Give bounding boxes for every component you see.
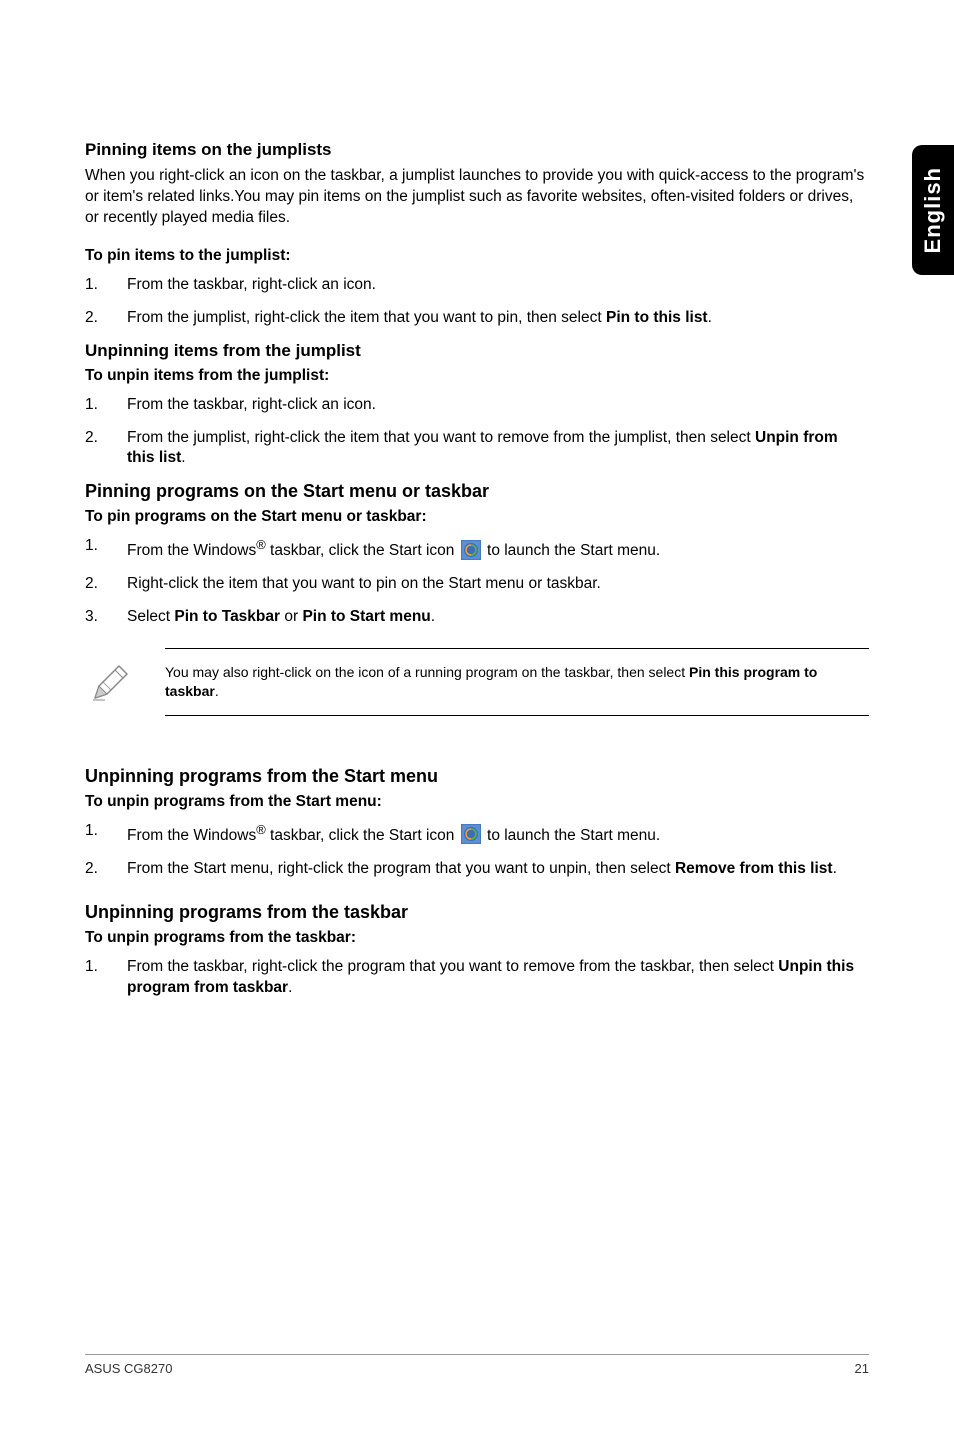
sub-pin-jumplist: To pin items to the jumplist: — [85, 247, 869, 265]
list-number: 2. — [85, 574, 127, 595]
list-number: 2. — [85, 859, 127, 880]
heading-pinning-jumplists: Pinning items on the jumplists — [85, 140, 869, 160]
list-body: From the jumplist, right-click the item … — [127, 428, 869, 470]
list-item: 2. From the jumplist, right-click the it… — [85, 428, 869, 470]
list-item: 2. Right-click the item that you want to… — [85, 574, 869, 595]
sub-unpin-start: To unpin programs from the Start menu: — [85, 793, 869, 811]
list-number: 2. — [85, 428, 127, 470]
list-item: 3. Select Pin to Taskbar or Pin to Start… — [85, 607, 869, 628]
note-text: You may also right-click on the icon of … — [165, 648, 869, 716]
note-callout: You may also right-click on the icon of … — [85, 648, 869, 716]
list-number: 1. — [85, 536, 127, 562]
footer-page-number: 21 — [855, 1361, 869, 1376]
list-number: 1. — [85, 275, 127, 296]
list-item: 2. From the Start menu, right-click the … — [85, 859, 869, 880]
list-body: Select Pin to Taskbar or Pin to Start me… — [127, 607, 869, 628]
list-number: 1. — [85, 957, 127, 999]
list-number: 2. — [85, 308, 127, 329]
list-body: From the taskbar, right-click an icon. — [127, 275, 869, 296]
list-body: From the taskbar, right-click the progra… — [127, 957, 869, 999]
language-tab: English — [912, 145, 954, 275]
heading-unpinning-taskbar: Unpinning programs from the taskbar — [85, 902, 869, 923]
list-item: 2. From the jumplist, right-click the it… — [85, 308, 869, 329]
heading-pinning-start-taskbar: Pinning programs on the Start menu or ta… — [85, 481, 869, 502]
list-body: From the taskbar, right-click an icon. — [127, 395, 869, 416]
heading-unpinning-start: Unpinning programs from the Start menu — [85, 766, 869, 787]
list-item: 1. From the Windows® taskbar, click the … — [85, 536, 869, 562]
list-body: From the jumplist, right-click the item … — [127, 308, 869, 329]
windows-start-icon — [461, 824, 481, 844]
list-body: Right-click the item that you want to pi… — [127, 574, 869, 595]
list-body: From the Windows® taskbar, click the Sta… — [127, 821, 869, 847]
list-body: From the Windows® taskbar, click the Sta… — [127, 536, 869, 562]
sub-pin-start-taskbar: To pin programs on the Start menu or tas… — [85, 508, 869, 526]
pencil-icon — [89, 660, 133, 704]
language-tab-label: English — [920, 167, 946, 253]
list-number: 1. — [85, 395, 127, 416]
footer-model: ASUS CG8270 — [85, 1361, 172, 1376]
page-content: Pinning items on the jumplists When you … — [0, 0, 954, 999]
list-item: 1. From the taskbar, right-click an icon… — [85, 395, 869, 416]
list-item: 1. From the Windows® taskbar, click the … — [85, 821, 869, 847]
list-item: 1. From the taskbar, right-click the pro… — [85, 957, 869, 999]
sub-unpin-jumplist: To unpin items from the jumplist: — [85, 367, 869, 385]
intro-paragraph: When you right-click an icon on the task… — [85, 166, 869, 229]
list-number: 3. — [85, 607, 127, 628]
sub-unpin-taskbar: To unpin programs from the taskbar: — [85, 929, 869, 947]
page-footer: ASUS CG8270 21 — [85, 1354, 869, 1376]
list-number: 1. — [85, 821, 127, 847]
windows-start-icon — [461, 540, 481, 560]
list-item: 1. From the taskbar, right-click an icon… — [85, 275, 869, 296]
heading-unpinning-jumplist: Unpinning items from the jumplist — [85, 341, 869, 361]
list-body: From the Start menu, right-click the pro… — [127, 859, 869, 880]
note-icon-cell — [85, 660, 165, 704]
